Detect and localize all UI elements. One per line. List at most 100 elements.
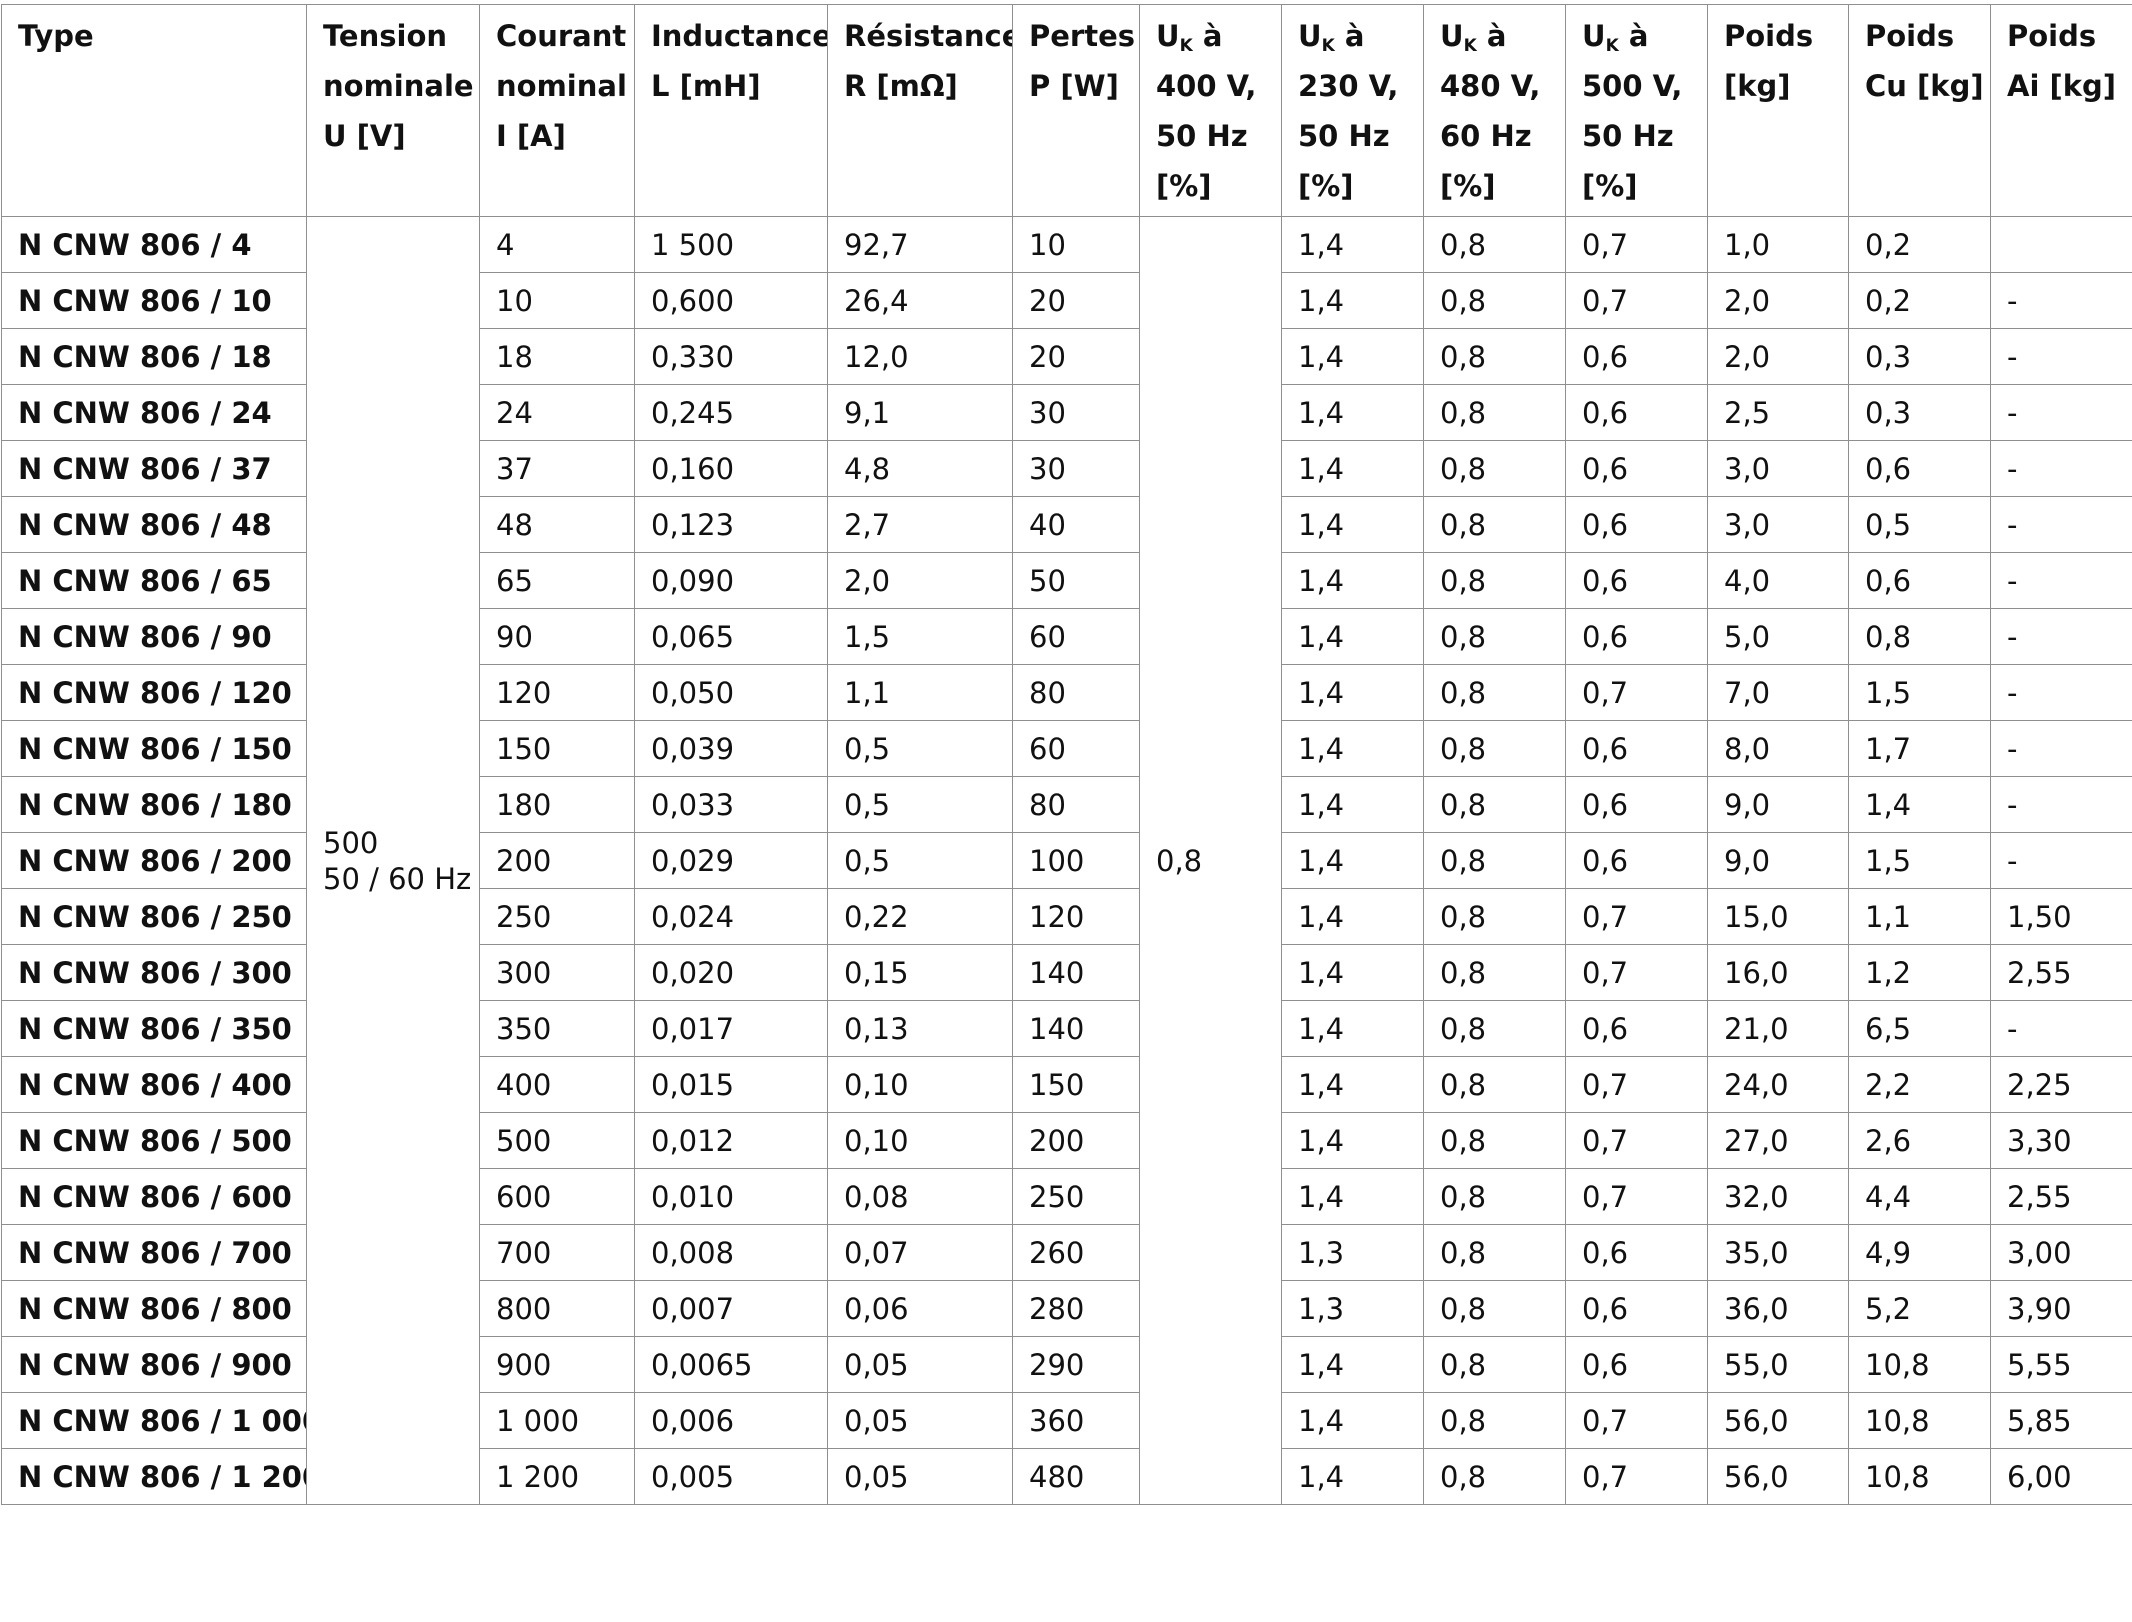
header-line: Cu [kg] [1865,69,1984,103]
cell-pertes: 40 [1012,496,1140,553]
cell-courant: 10 [479,272,635,329]
cell-inductance: 0,039 [634,720,828,777]
header-line: Poids [1865,19,1955,53]
cell-poids: 56,0 [1707,1448,1849,1505]
header-type: Type [1,4,307,217]
header-line: P [W] [1029,69,1119,103]
cell-uk-500v: 0,6 [1565,1224,1708,1281]
cell-poids-ai: - [1990,272,2132,329]
cell-resistance: 1,5 [827,608,1013,665]
cell-poids: 8,0 [1707,720,1849,777]
cell-poids-ai: - [1990,496,2132,553]
cell-uk-500v: 0,6 [1565,552,1708,609]
cell-inductance: 0,245 [634,384,828,441]
header-line: Poids [2007,19,2097,53]
cell-poids-ai: - [1990,552,2132,609]
cell-inductance: 0,330 [634,328,828,385]
cell-uk-230v: 1,4 [1281,832,1424,889]
cell-poids-cu: 0,6 [1848,552,1991,609]
uk-rest: à [1202,19,1223,53]
cell-type: N CNW 806 / 37 [1,440,307,497]
cell-poids-cu: 5,2 [1848,1280,1991,1337]
cell-type: N CNW 806 / 900 [1,1336,307,1393]
cell-poids-cu: 0,5 [1848,496,1991,553]
cell-resistance: 0,07 [827,1224,1013,1281]
cell-inductance: 0,029 [634,832,828,889]
cell-uk-500v: 0,6 [1565,1000,1708,1057]
cell-uk-500v: 0,7 [1565,216,1708,273]
cell-poids-cu: 10,8 [1848,1448,1991,1505]
cell-uk-500v: 0,6 [1565,832,1708,889]
cell-poids: 2,0 [1707,272,1849,329]
cell-inductance: 0,006 [634,1392,828,1449]
cell-uk-480v: 0,8 [1423,1000,1566,1057]
cell-poids-ai: 1,50 [1990,888,2132,945]
header-line: 50 Hz [1156,119,1248,153]
cell-inductance: 0,008 [634,1224,828,1281]
cell-poids-ai: - [1990,608,2132,665]
cell-pertes: 200 [1012,1112,1140,1169]
uk-u: U [1298,19,1322,53]
cell-uk-500v: 0,7 [1565,888,1708,945]
cell-courant: 65 [479,552,635,609]
cell-poids: 9,0 [1707,832,1849,889]
cell-poids: 7,0 [1707,664,1849,721]
cell-type: N CNW 806 / 300 [1,944,307,1001]
header-line: Pertes [1029,19,1136,53]
cell-resistance: 2,7 [827,496,1013,553]
cell-poids-cu: 0,2 [1848,216,1991,273]
cell-uk-500v: 0,6 [1565,1336,1708,1393]
header-line: 60 Hz [1440,119,1532,153]
header-line: 50 Hz [1582,119,1674,153]
cell-type: N CNW 806 / 200 [1,832,307,889]
cell-resistance: 26,4 [827,272,1013,329]
cell-poids-ai: - [1990,720,2132,777]
header-line: [kg] [1724,69,1791,103]
cell-uk-230v: 1,4 [1281,496,1424,553]
cell-courant: 250 [479,888,635,945]
cell-poids-cu: 1,2 [1848,944,1991,1001]
cell-poids-cu: 0,3 [1848,384,1991,441]
cell-uk-480v: 0,8 [1423,552,1566,609]
cell-poids-ai: - [1990,664,2132,721]
cell-uk-480v: 0,8 [1423,272,1566,329]
header-uk-symbol: UK à [1582,11,1707,61]
cell-poids-cu: 1,5 [1848,664,1991,721]
cell-uk-500v: 0,6 [1565,440,1708,497]
cell-uk-500v: 0,7 [1565,664,1708,721]
cell-resistance: 0,22 [827,888,1013,945]
cell-tension-nominale: 500 50 / 60 Hz [306,216,480,1505]
cell-resistance: 0,10 [827,1112,1013,1169]
cell-uk-230v: 1,4 [1281,888,1424,945]
cell-uk-500v: 0,7 [1565,944,1708,1001]
cell-uk-230v: 1,4 [1281,384,1424,441]
cell-uk-480v: 0,8 [1423,384,1566,441]
cell-pertes: 30 [1012,440,1140,497]
header-line: [%] [1298,169,1354,203]
header-uk-symbol: UK à [1298,11,1423,61]
cell-resistance: 1,1 [827,664,1013,721]
cell-inductance: 0,160 [634,440,828,497]
cell-inductance: 0,050 [634,664,828,721]
header-uk-500v: UK à 500 V, 50 Hz [%] [1565,4,1708,217]
cell-uk-480v: 0,8 [1423,1280,1566,1337]
cell-uk-500v: 0,7 [1565,1392,1708,1449]
cell-resistance: 0,05 [827,1448,1013,1505]
cell-type: N CNW 806 / 65 [1,552,307,609]
header-tension-nominale: Tension nominale U [V] [306,4,480,217]
cell-poids-ai: 2,25 [1990,1056,2132,1113]
header-poids-cu: Poids Cu [kg] [1848,4,1991,217]
cell-resistance: 2,0 [827,552,1013,609]
tension-line: 50 / 60 Hz [323,861,472,896]
cell-uk-230v: 1,4 [1281,216,1424,273]
cell-uk-230v: 1,4 [1281,272,1424,329]
cell-courant: 300 [479,944,635,1001]
cell-poids-ai: - [1990,384,2132,441]
cell-uk-230v: 1,4 [1281,1000,1424,1057]
cell-courant: 24 [479,384,635,441]
cell-pertes: 120 [1012,888,1140,945]
header-line: Courant [496,19,627,53]
header-line: Résistance [844,19,1013,53]
cell-inductance: 0,007 [634,1280,828,1337]
cell-uk-500v: 0,6 [1565,496,1708,553]
